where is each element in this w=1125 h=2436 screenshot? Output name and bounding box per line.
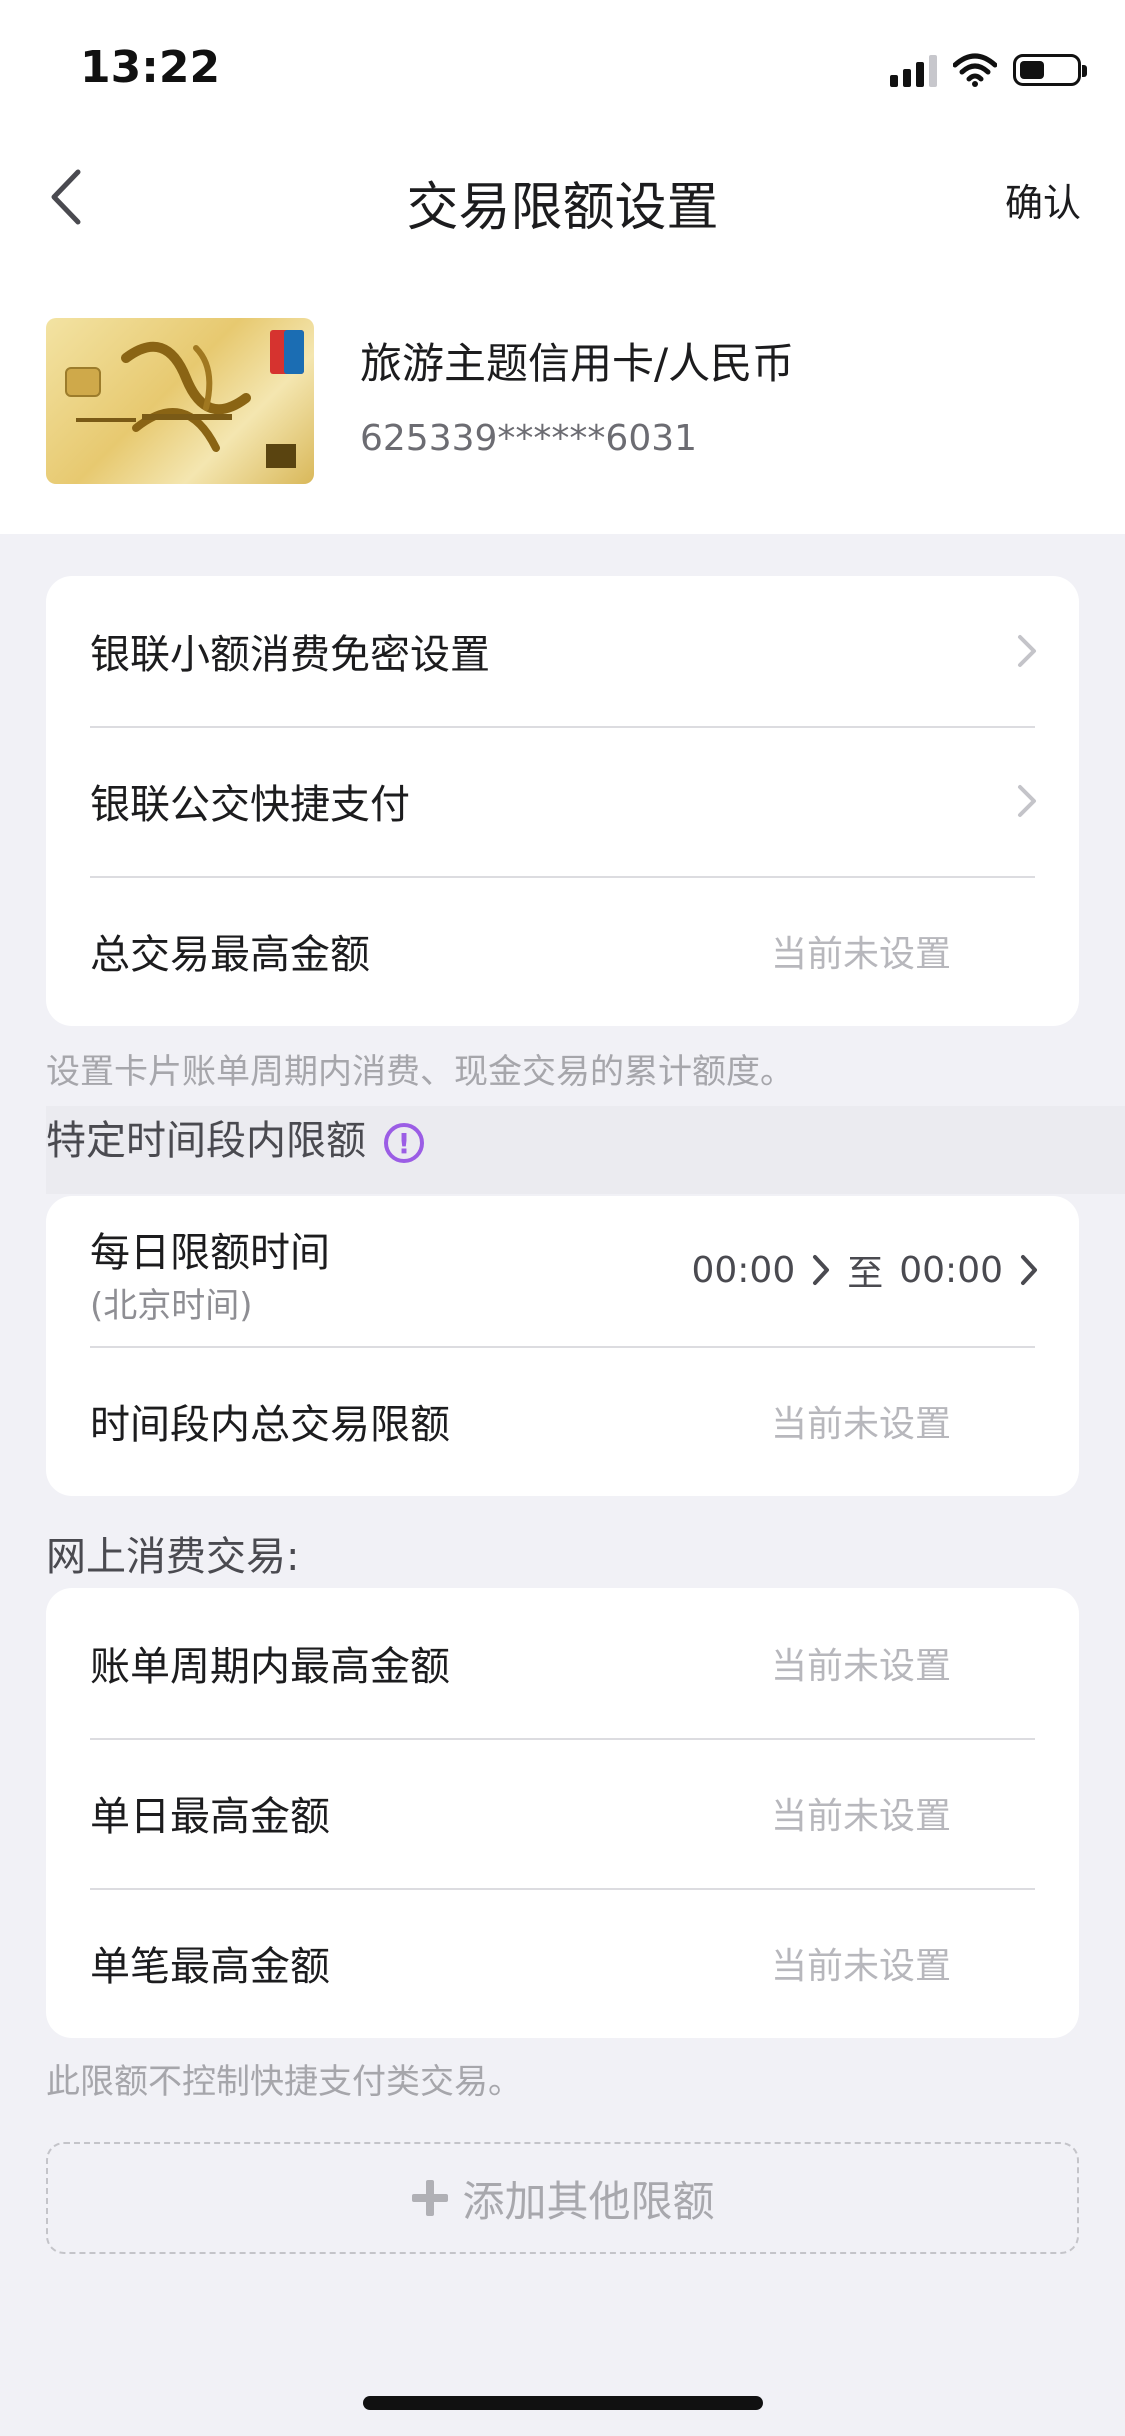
- list-item-daily-time: 每日限额时间 (北京时间) 00:00 至 00:00: [46, 1196, 1079, 1346]
- confirm-button[interactable]: 确认: [1005, 172, 1081, 227]
- row-label: 单笔最高金额: [90, 1944, 330, 1990]
- chevron-right-icon: [1018, 635, 1036, 667]
- online-note: 此限额不控制快捷支付类交易。: [46, 2062, 522, 2102]
- row-label: 单日最高金额: [90, 1794, 330, 1840]
- daily-time-sub: (北京时间): [90, 1286, 253, 1326]
- card-name: 旅游主题信用卡/人民币: [360, 339, 795, 388]
- card-number: 625339******6031: [360, 418, 698, 459]
- list-item-daily-max[interactable]: 单日最高金额 当前未设置: [46, 1738, 1079, 1888]
- battery-icon: [1013, 54, 1087, 86]
- time-range: 00:00 至 00:00: [691, 1244, 1039, 1296]
- daily-time-label: 每日限额时间: [90, 1230, 330, 1276]
- row-value: 当前未设置: [770, 1404, 951, 1445]
- page-title: 交易限额设置: [406, 178, 719, 238]
- add-button-label: 添加其他限额: [462, 2176, 715, 2226]
- cellular-signal-icon: [890, 53, 937, 87]
- list-item-single-max[interactable]: 单笔最高金额 当前未设置: [46, 1888, 1079, 2038]
- row-label: 时间段内总交易限额: [90, 1402, 450, 1448]
- list-item-unionpay-small-payment[interactable]: 银联小额消费免密设置: [46, 576, 1079, 726]
- row-value: 当前未设置: [770, 934, 951, 975]
- plus-icon: [412, 2180, 449, 2216]
- time-limit-group: 每日限额时间 (北京时间) 00:00 至 00:00 时间段内总交易限额 当前…: [46, 1196, 1079, 1496]
- section-title-time: 特定时间段内限额!: [46, 1108, 424, 1166]
- home-indicator[interactable]: [363, 2396, 763, 2410]
- list-item-period-total-limit[interactable]: 时间段内总交易限额 当前未设置: [46, 1346, 1079, 1496]
- row-value: 当前未设置: [770, 1946, 951, 1987]
- status-time: 13:22: [80, 42, 221, 93]
- row-label: 银联小额消费免密设置: [90, 632, 490, 678]
- chevron-right-icon[interactable]: [1019, 1252, 1039, 1288]
- info-icon[interactable]: !: [384, 1123, 424, 1163]
- row-label: 总交易最高金额: [90, 932, 370, 978]
- section-title-text: 特定时间段内限额: [46, 1118, 366, 1164]
- list-item-billing-cycle-max[interactable]: 账单周期内最高金额 当前未设置: [46, 1588, 1079, 1738]
- limit-settings-group: 银联小额消费免密设置 银联公交快捷支付 总交易最高金额 当前未设置: [46, 576, 1079, 1026]
- start-time-value[interactable]: 00:00: [691, 1250, 795, 1291]
- to-label: 至: [847, 1253, 884, 1294]
- section-title-online: 网上消费交易:: [46, 1534, 300, 1580]
- row-label: 银联公交快捷支付: [90, 782, 410, 828]
- chevron-right-icon[interactable]: [811, 1252, 831, 1288]
- row-value: 当前未设置: [770, 1796, 951, 1837]
- add-other-limit-button[interactable]: 添加其他限额: [46, 2142, 1079, 2254]
- online-limit-group: 账单周期内最高金额 当前未设置 单日最高金额 当前未设置 单笔最高金额 当前未设…: [46, 1588, 1079, 2038]
- list-item-total-max-amount[interactable]: 总交易最高金额 当前未设置: [46, 876, 1079, 1026]
- card-image: [46, 318, 314, 484]
- list-item-unionpay-transit-payment[interactable]: 银联公交快捷支付: [46, 726, 1079, 876]
- group1-note: 设置卡片账单周期内消费、现金交易的累计额度。: [46, 1052, 794, 1092]
- row-label: 账单周期内最高金额: [90, 1644, 450, 1690]
- status-icons: [890, 50, 1087, 90]
- end-time-value[interactable]: 00:00: [899, 1250, 1003, 1291]
- row-value: 当前未设置: [770, 1646, 951, 1687]
- chevron-right-icon: [1018, 785, 1036, 817]
- wifi-icon: [953, 53, 997, 87]
